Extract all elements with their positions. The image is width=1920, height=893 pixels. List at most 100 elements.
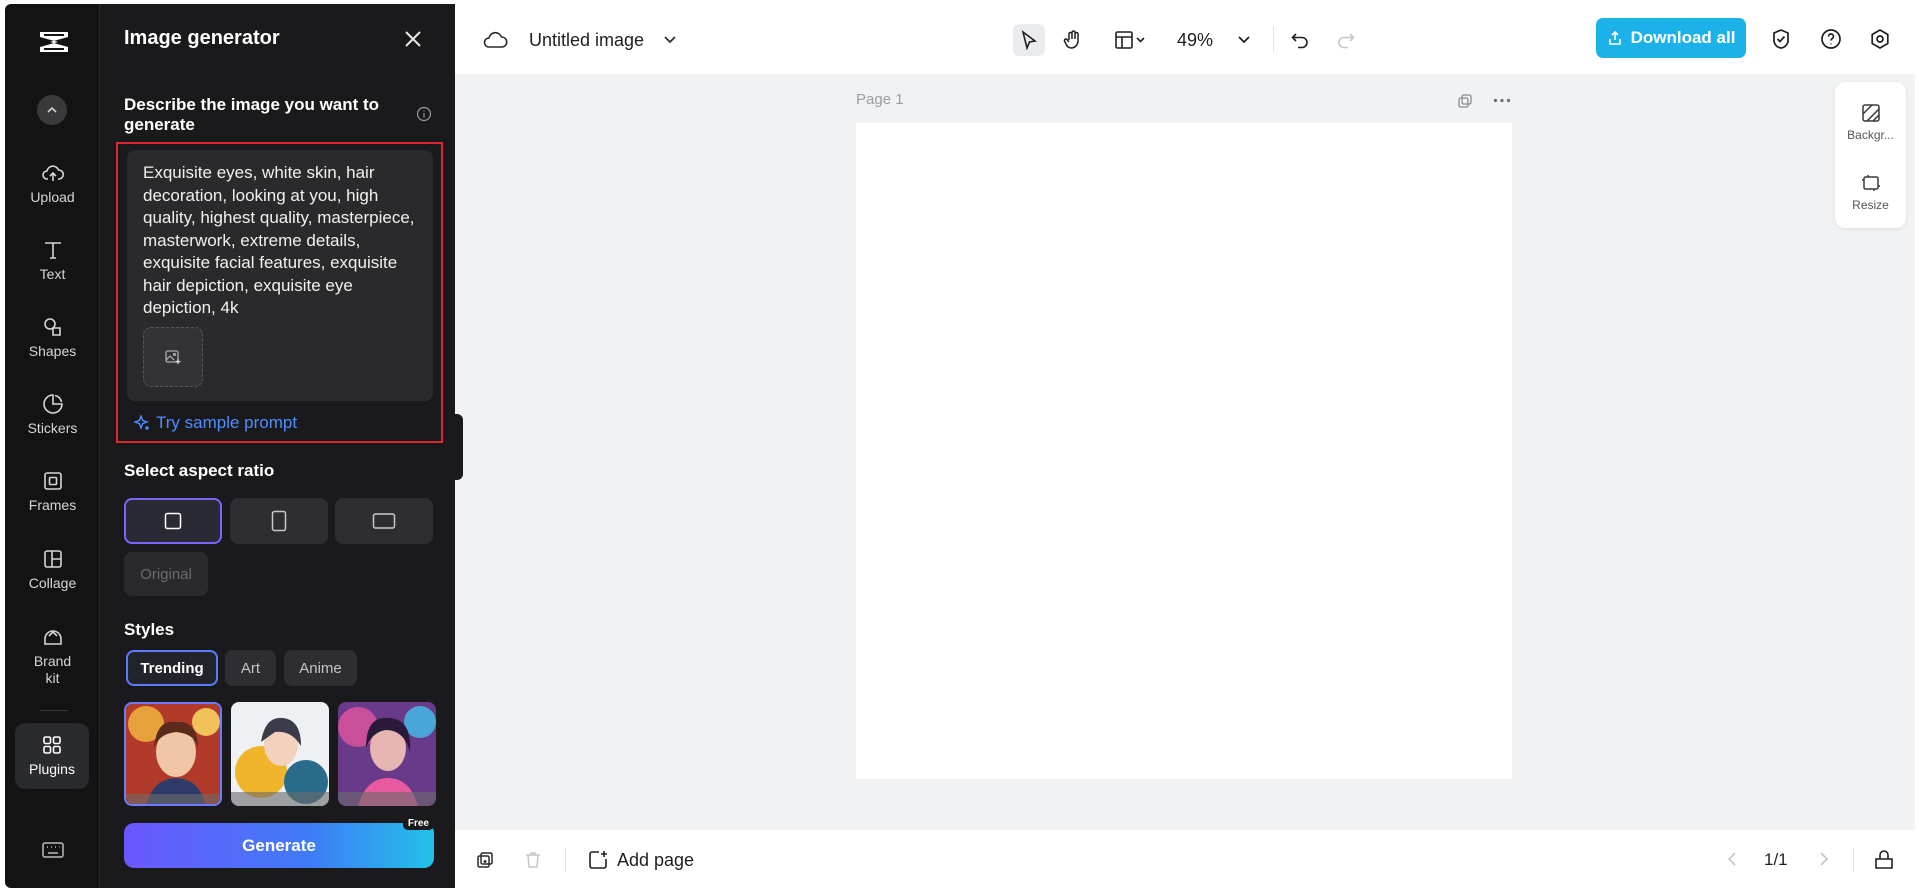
rail-item-upload[interactable]: Upload bbox=[5, 161, 100, 205]
redo-icon bbox=[1338, 33, 1355, 49]
upload-cloud-icon bbox=[41, 165, 64, 181]
shield-button[interactable] bbox=[1765, 23, 1797, 55]
style-preview-image bbox=[338, 702, 436, 806]
collage-icon bbox=[43, 550, 62, 568]
hand-tool-button[interactable] bbox=[1057, 24, 1089, 56]
rail-label: Frames bbox=[28, 497, 77, 513]
style-thumbnail[interactable] bbox=[124, 702, 222, 806]
portrait-ratio-icon bbox=[271, 510, 287, 532]
cloud-sync-icon[interactable] bbox=[483, 30, 509, 50]
chevron-down-icon[interactable] bbox=[663, 35, 677, 45]
styles-title: Styles bbox=[124, 620, 175, 639]
rail-label: Stickers bbox=[27, 420, 78, 436]
collapse-rail-button[interactable] bbox=[37, 95, 67, 125]
image-generator-panel: Image generator Describe the image you w… bbox=[100, 4, 455, 888]
background-tool-label: Backgr... bbox=[1847, 128, 1894, 142]
sample-prompt-label: Try sample prompt bbox=[156, 413, 298, 432]
previous-page-icon[interactable] bbox=[1725, 851, 1739, 867]
rail-label: Collage bbox=[28, 575, 77, 591]
close-icon[interactable] bbox=[402, 28, 424, 50]
generate-button[interactable]: Generate Free bbox=[124, 817, 434, 868]
redo-button[interactable] bbox=[1330, 24, 1362, 56]
undo-button[interactable] bbox=[1284, 24, 1316, 56]
aspect-portrait-option[interactable] bbox=[230, 498, 328, 544]
aspect-landscape-option[interactable] bbox=[335, 498, 433, 544]
resize-icon bbox=[1861, 175, 1880, 191]
rail-item-frames[interactable]: Frames bbox=[5, 469, 100, 513]
app-window: Upload Text Shapes Stickers Frames Colla… bbox=[5, 4, 1915, 888]
left-rail: Upload Text Shapes Stickers Frames Colla… bbox=[5, 4, 100, 888]
rail-item-collage[interactable]: Collage bbox=[5, 547, 100, 591]
style-tab-art[interactable]: Art bbox=[225, 650, 276, 686]
info-icon[interactable] bbox=[416, 106, 432, 122]
aspect-original-option[interactable]: Original bbox=[124, 552, 208, 596]
rail-item-plugins[interactable]: Plugins bbox=[15, 723, 89, 789]
rail-item-stickers[interactable]: Stickers bbox=[5, 392, 100, 436]
free-badge: Free bbox=[402, 817, 434, 830]
rail-label: Shapes bbox=[28, 343, 77, 359]
image-add-icon bbox=[165, 350, 181, 364]
panel-collapse-handle[interactable] bbox=[455, 414, 463, 480]
layout-dropdown-button[interactable] bbox=[1107, 24, 1153, 56]
top-toolbar: Untitled image 49% Download all bbox=[455, 4, 1915, 74]
describe-label: Describe the image you want to generate bbox=[124, 95, 380, 134]
next-page-icon[interactable] bbox=[1817, 851, 1831, 867]
toolbar-divider bbox=[565, 848, 566, 872]
square-ratio-icon bbox=[164, 512, 182, 530]
rail-label: Upload bbox=[30, 189, 75, 205]
document-title[interactable]: Untitled image bbox=[529, 30, 644, 51]
zoom-level[interactable]: 49% bbox=[1177, 30, 1213, 51]
help-circle-icon bbox=[1821, 29, 1841, 49]
toolbar-divider bbox=[1853, 848, 1854, 872]
toolbar-divider bbox=[1273, 26, 1274, 52]
panel-title: Image generator bbox=[124, 27, 280, 49]
gear-icon bbox=[1871, 29, 1889, 49]
help-button[interactable] bbox=[1815, 23, 1847, 55]
resize-tool-label: Resize bbox=[1852, 198, 1889, 212]
text-icon bbox=[44, 242, 61, 259]
trash-icon[interactable] bbox=[523, 850, 543, 870]
style-tab-trending[interactable]: Trending bbox=[126, 650, 218, 686]
frames-icon bbox=[43, 472, 62, 490]
aspect-square-option[interactable] bbox=[124, 498, 222, 544]
background-tool-button[interactable]: Backgr... bbox=[1835, 102, 1906, 142]
add-page-button[interactable]: Add page bbox=[587, 849, 694, 871]
canvas-page[interactable] bbox=[856, 123, 1512, 779]
rail-item-shapes[interactable]: Shapes bbox=[5, 315, 100, 359]
style-thumbnail[interactable] bbox=[338, 702, 436, 806]
rail-item-text[interactable]: Text bbox=[5, 238, 100, 282]
try-sample-prompt-link[interactable]: Try sample prompt bbox=[134, 413, 297, 433]
right-tools-panel: Backgr... Resize bbox=[1835, 82, 1906, 228]
chevron-down-icon[interactable] bbox=[1237, 35, 1251, 45]
layers-panel-icon[interactable] bbox=[1873, 850, 1895, 870]
style-preview-image bbox=[231, 702, 329, 806]
settings-button[interactable] bbox=[1864, 23, 1896, 55]
upload-reference-image-button[interactable] bbox=[143, 327, 203, 387]
duplicate-page-icon[interactable] bbox=[1457, 93, 1473, 109]
bottom-toolbar: Add page 1/1 bbox=[455, 830, 1915, 888]
rail-label: Text bbox=[39, 266, 66, 282]
resize-tool-button[interactable]: Resize bbox=[1835, 172, 1906, 212]
add-page-icon bbox=[589, 851, 607, 869]
rail-item-brand-kit[interactable]: Brand kit bbox=[5, 625, 100, 687]
page-label: Page 1 bbox=[856, 91, 904, 108]
keyboard-icon[interactable] bbox=[41, 840, 65, 860]
shield-check-icon bbox=[1773, 29, 1789, 49]
more-options-icon[interactable] bbox=[1493, 98, 1511, 103]
chevron-up-icon bbox=[47, 106, 57, 113]
plugins-icon bbox=[43, 736, 61, 754]
shapes-icon bbox=[43, 318, 61, 336]
style-tab-anime[interactable]: Anime bbox=[284, 650, 357, 686]
style-thumbnail[interactable] bbox=[231, 702, 329, 806]
page-counter: 1/1 bbox=[1764, 850, 1788, 869]
copy-page-icon[interactable] bbox=[475, 850, 495, 870]
cursor-arrow-icon bbox=[1021, 30, 1037, 50]
prompt-input-box[interactable]: Exquisite eyes, white skin, hair decorat… bbox=[127, 150, 433, 401]
aspect-ratio-title: Select aspect ratio bbox=[124, 461, 275, 480]
capcut-logo bbox=[40, 32, 68, 52]
layout-icon bbox=[1115, 31, 1145, 49]
style-preview-image bbox=[126, 704, 220, 804]
select-tool-button[interactable] bbox=[1013, 24, 1045, 56]
prompt-textarea[interactable]: Exquisite eyes, white skin, hair decorat… bbox=[143, 162, 425, 322]
download-all-button[interactable]: Download all bbox=[1596, 18, 1746, 58]
